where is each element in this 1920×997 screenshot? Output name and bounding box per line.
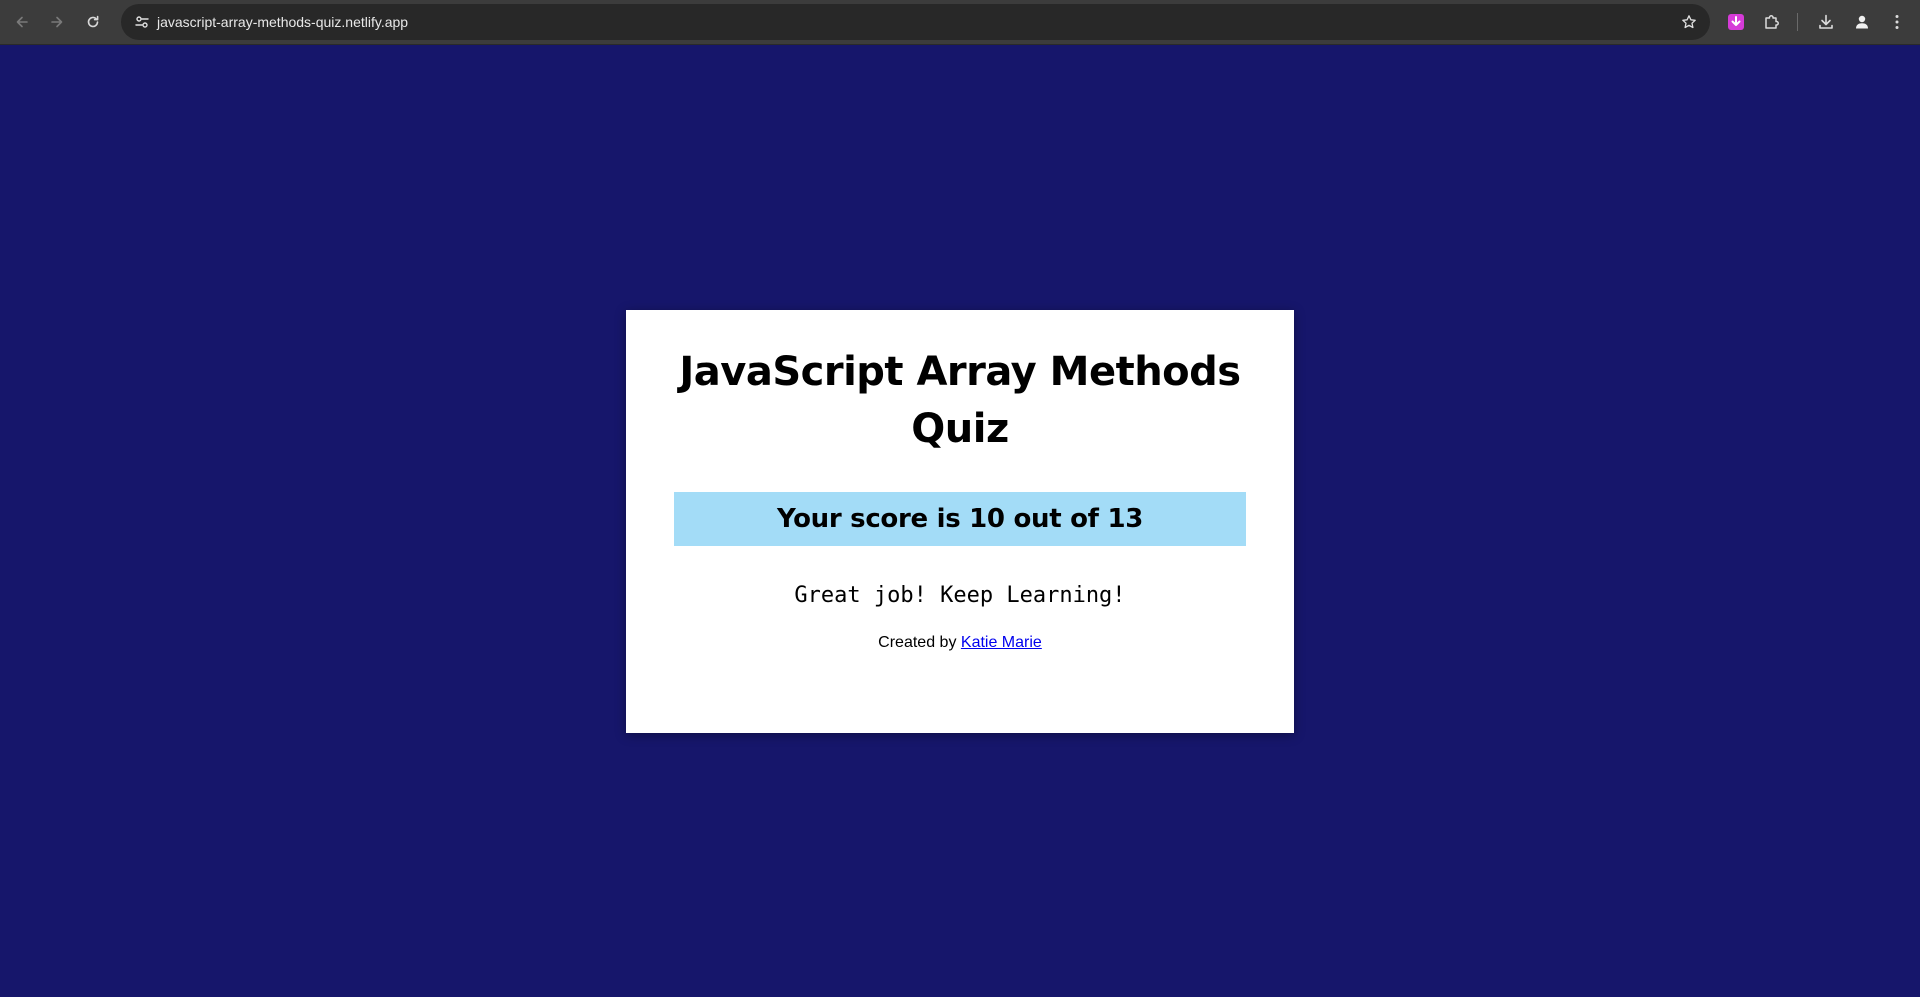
encouragement-message: Great job! Keep Learning! [794,583,1126,608]
bookmark-button[interactable] [1676,9,1702,35]
puzzle-icon [1765,15,1779,29]
kebab-menu-icon [1895,15,1899,29]
page-title: JavaScript Array Methods Quiz [679,349,1241,452]
credits-line: Created by Katie Marie [626,633,1294,653]
score-text: Your score is 10 out of 13 [776,504,1144,534]
download-arrow-icon [1728,14,1744,30]
credits-prefix: Created by [878,634,961,651]
url-text[interactable]: javascript-array-methods-quiz.netlify.ap… [157,13,408,31]
download-icon [1819,14,1833,29]
extension-download-button[interactable] [1723,9,1749,35]
profile-button[interactable] [1849,9,1875,35]
arrow-right-icon [51,16,63,28]
reload-button[interactable] [80,9,106,35]
back-button[interactable] [9,9,35,35]
site-info-button[interactable] [129,9,155,35]
browser-toolbar: javascript-array-methods-quiz.netlify.ap… [0,0,1920,45]
arrow-left-icon [16,16,28,28]
quiz-result-card: JavaScript Array Methods Quiz Your score… [626,310,1294,733]
author-link[interactable]: Katie Marie [961,634,1042,651]
address-bar[interactable]: javascript-array-methods-quiz.netlify.ap… [121,4,1710,40]
star-icon [1682,15,1696,29]
tune-icon [135,16,149,28]
score-banner: Your score is 10 out of 13 [674,492,1246,546]
extensions-button[interactable] [1759,9,1785,35]
toolbar-divider [1797,13,1798,31]
reload-icon [87,15,99,28]
forward-button[interactable] [44,9,70,35]
person-icon [1856,15,1868,29]
browser-menu-button[interactable] [1884,9,1910,35]
downloads-button[interactable] [1813,9,1839,35]
